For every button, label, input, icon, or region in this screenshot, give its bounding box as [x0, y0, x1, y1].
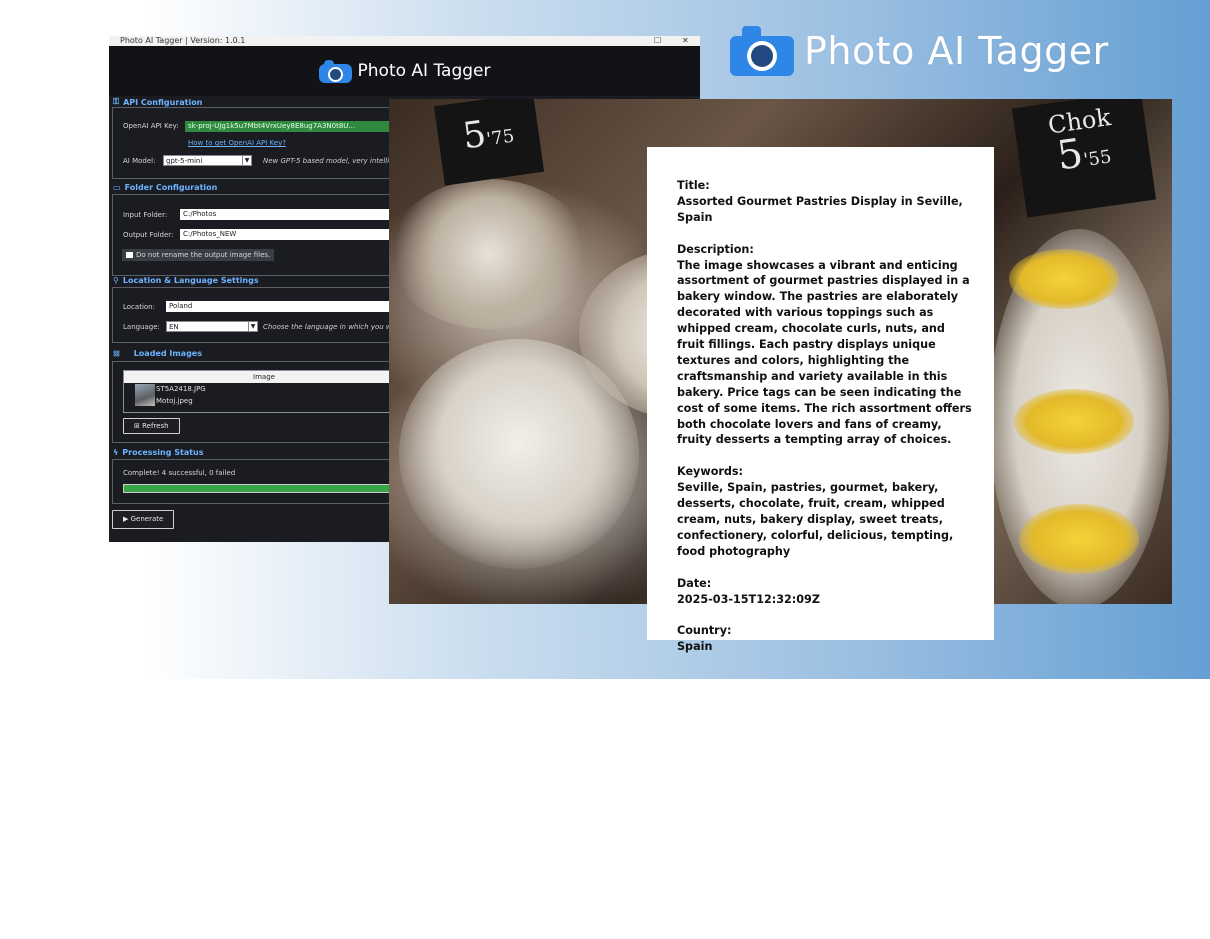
description-value: The image showcases a vibrant and entici… [677, 258, 972, 447]
input-folder-input[interactable]: C:/Photos [180, 209, 395, 220]
image-icon: ⊠ [113, 349, 120, 358]
generate-button[interactable]: ▶ Generate [112, 510, 175, 529]
price-tag-left: 5'75 [433, 99, 545, 186]
maximize-icon[interactable]: ☐ [654, 36, 661, 46]
brand-logo: Photo AI Tagger [730, 24, 1109, 78]
title-bar: Photo AI Tagger | Version: 1.0.1 ☐ ✕ [109, 36, 700, 46]
section-title: Loaded Images [133, 349, 202, 358]
camera-icon [730, 26, 794, 76]
window-title: Photo AI Tagger | Version: 1.0.1 [120, 36, 246, 45]
image-thumbnail [135, 384, 155, 406]
app-header: Photo AI Tagger [109, 46, 700, 96]
location-input[interactable]: Poland [166, 301, 395, 312]
language-select[interactable]: EN ▼ [166, 321, 258, 332]
output-folder-input[interactable]: C:/Photos_NEW [180, 229, 395, 240]
images-table: Image ST5A2418.JPG Motoj.jpeg [123, 370, 405, 413]
language-label: Language: [123, 323, 160, 331]
chevron-down-icon: ▼ [242, 156, 251, 165]
price-tag-cents: '75 [485, 125, 516, 151]
title-label: Title: [677, 179, 710, 192]
pastry-cream [389, 179, 589, 329]
title-value: Assorted Gourmet Pastries Display in Sev… [677, 194, 963, 224]
country-label: Country: [677, 624, 732, 638]
progress-bar [123, 484, 403, 493]
section-title: Processing Status [122, 448, 204, 457]
images-table-header: Image [124, 371, 404, 383]
pastry-lemon [1009, 249, 1119, 309]
location-label: Location: [123, 303, 155, 311]
section-api-configuration: ⚿ API Configuration [113, 97, 202, 107]
close-icon[interactable]: ✕ [682, 36, 689, 46]
language-value: EN [169, 323, 179, 331]
camera-icon [318, 59, 352, 83]
api-key-label: OpenAI API Key: [123, 122, 179, 130]
price-tag-value: 5 [1054, 130, 1086, 180]
section-title: API Configuration [123, 97, 203, 107]
section-processing-status: ϟ Processing Status [113, 448, 204, 457]
language-hint: Choose the language in which you wa... [263, 323, 403, 331]
section-title: Folder Configuration [124, 183, 218, 192]
metadata-card: Title: Assorted Gourmet Pastries Display… [647, 147, 994, 653]
rename-checkbox-label: Do not rename the output image files. [136, 251, 271, 259]
date-value: 2025-03-15T12:32:09Z [677, 592, 820, 606]
app-header-title: Photo AI Tagger [357, 61, 491, 81]
rename-checkbox[interactable]: Do not rename the output image files. [122, 249, 275, 261]
price-tag-cents: '55 [1082, 146, 1113, 172]
description-label: Description: [677, 242, 754, 256]
output-folder-label: Output Folder: [123, 231, 174, 239]
price-tag-value: 5 [460, 113, 489, 158]
key-icon: ⚿ [113, 97, 120, 106]
keywords-label: Keywords: [677, 465, 744, 479]
bolt-icon: ϟ [113, 448, 119, 457]
ai-model-hint: New GPT-5 based model, very intellig... [263, 157, 401, 165]
pastry-lemon [1019, 504, 1139, 574]
section-folder-configuration: ▭ Folder Configuration [113, 183, 217, 192]
keywords-value: Seville, Spain, pastries, gourmet, baker… [677, 481, 954, 558]
price-tag-right: Chok 5'55 [1011, 99, 1157, 218]
folder-icon: ▭ [113, 183, 121, 192]
status-text: Complete! 4 successful, 0 failed [123, 469, 236, 477]
ai-model-label: AI Model: [123, 157, 156, 165]
api-key-input[interactable]: sk-proj-UJg1k5u7Mbt4VrxUey8E8ug7A3N0t8U.… [185, 121, 395, 132]
pastry-lemon [1014, 389, 1134, 454]
chevron-down-icon: ▼ [248, 322, 257, 331]
refresh-button[interactable]: ⊞ Refresh [123, 418, 180, 434]
ai-model-value: gpt-5-mini [166, 157, 203, 165]
section-location-language: ⚲ Location & Language Settings [113, 276, 259, 285]
table-row[interactable]: Motoj.jpeg [156, 397, 193, 405]
section-loaded-images: ⊠ Loaded Images [113, 349, 202, 358]
country-value: Spain [677, 640, 713, 654]
ai-model-select[interactable]: gpt-5-mini ▼ [163, 155, 252, 166]
progress-fill [124, 485, 402, 492]
date-label: Date: [677, 576, 712, 590]
checkbox-icon [126, 252, 133, 258]
input-folder-label: Input Folder: [123, 211, 168, 219]
brand-title: Photo AI Tagger [804, 29, 1109, 73]
table-row[interactable]: ST5A2418.JPG [156, 385, 206, 393]
pin-icon: ⚲ [113, 276, 119, 285]
api-key-help-link[interactable]: How to get OpenAI API Key? [188, 139, 286, 147]
section-title: Location & Language Settings [122, 276, 259, 285]
